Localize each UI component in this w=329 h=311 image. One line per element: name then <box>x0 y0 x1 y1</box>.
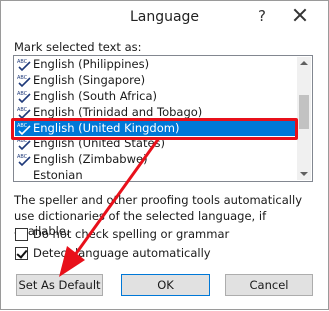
list-item[interactable]: ABC English (South Africa) <box>15 89 299 105</box>
close-icon[interactable] <box>290 5 310 25</box>
svg-text:ABC: ABC <box>17 154 28 160</box>
svg-text:ABC: ABC <box>17 59 28 65</box>
scrollbar[interactable] <box>297 57 311 180</box>
scroll-thumb[interactable] <box>299 95 309 129</box>
spelling-check-icon: ABC <box>17 90 32 104</box>
detect-language-label: Detect language automatically <box>33 246 211 260</box>
help-icon[interactable]: ? <box>255 7 269 25</box>
scroll-up-arrow-icon[interactable] <box>300 61 308 65</box>
spelling-check-icon: ABC <box>17 153 32 167</box>
set-as-default-button[interactable]: Set As Default <box>16 274 103 296</box>
language-label: Estonian <box>33 168 83 183</box>
svg-text:ABC: ABC <box>17 107 28 113</box>
list-label: Mark selected text as: <box>14 40 142 54</box>
ok-button[interactable]: OK <box>121 274 210 296</box>
language-label: English (Zimbabwe) <box>33 152 148 167</box>
language-dialog: Language ? Mark selected text as: ABC Eng… <box>0 0 329 310</box>
spelling-check-icon: ABC <box>17 58 32 72</box>
language-label: English (Singapore) <box>33 72 146 87</box>
scroll-down-arrow-icon[interactable] <box>300 172 308 176</box>
language-label: English (South Africa) <box>33 88 158 103</box>
spelling-check-icon: ABC <box>17 74 32 88</box>
list-item[interactable]: ABC English (Singapore) <box>15 73 299 89</box>
cancel-button[interactable]: Cancel <box>225 274 313 296</box>
list-item[interactable]: ABC English (Zimbabwe) <box>15 152 299 168</box>
title-bar: Language ? <box>1 1 328 34</box>
highlight-box <box>11 118 298 140</box>
dialog-title: Language <box>129 9 200 25</box>
no-spell-check-label: Do not check spelling or grammar <box>33 227 230 241</box>
svg-text:ABC: ABC <box>17 91 28 97</box>
language-label: English (Philippines) <box>33 57 150 71</box>
detect-language-checkbox[interactable] <box>15 247 28 260</box>
svg-text:ABC: ABC <box>17 75 28 81</box>
language-label: English (Trinidad and Tobago) <box>33 104 203 119</box>
list-item[interactable]: ABC English (Philippines) <box>15 57 299 73</box>
list-item[interactable]: Estonian <box>15 168 299 184</box>
no-spell-check-checkbox[interactable] <box>15 228 28 241</box>
